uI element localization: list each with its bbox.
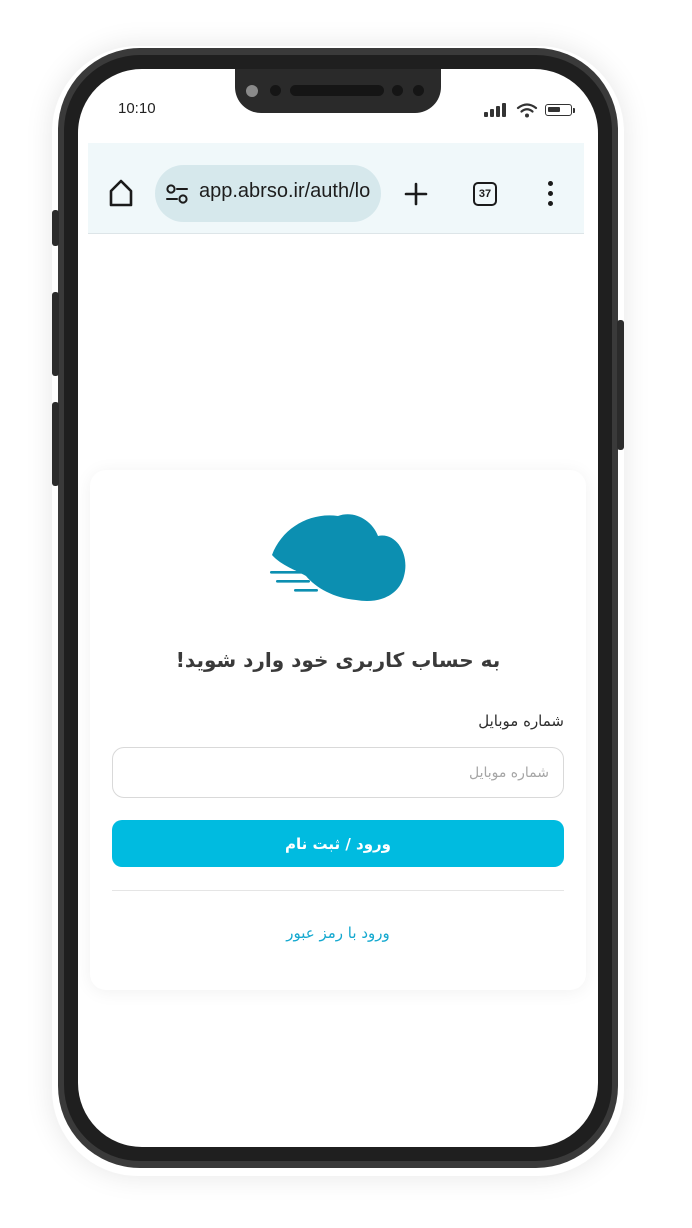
login-register-button[interactable]: ورود / ثبت نام (112, 820, 564, 867)
cellular-signal-icon (484, 103, 510, 117)
site-info-icon[interactable] (165, 183, 189, 205)
new-tab-icon[interactable] (404, 182, 428, 206)
mute-switch (52, 210, 59, 246)
battery-tip (573, 108, 575, 113)
home-icon[interactable] (107, 178, 135, 208)
url-text[interactable]: app.abrso.ir/auth/login (199, 180, 371, 203)
tab-switcher-icon[interactable]: 37 (473, 182, 497, 206)
status-time: 10:10 (118, 100, 156, 117)
cloud-logo-icon (270, 514, 406, 601)
sensor-icon (413, 85, 424, 96)
volume-up-button (52, 292, 59, 376)
mobile-field-label: شماره موبایل (478, 712, 564, 730)
page-title: به حساب کاربری خود وارد شوید! (175, 648, 501, 672)
divider (112, 890, 564, 891)
volume-down-button (52, 402, 59, 486)
battery-level (548, 107, 560, 112)
overflow-menu-icon[interactable] (545, 181, 555, 207)
sensor-icon (392, 85, 403, 96)
battery-icon (545, 104, 572, 116)
sensor-icon (270, 85, 281, 96)
password-login-link[interactable]: ورود با رمز عبور (112, 924, 564, 942)
power-button (617, 320, 624, 450)
front-camera-icon (246, 85, 258, 97)
earpiece-speaker (290, 85, 384, 96)
mobile-number-input[interactable] (112, 747, 564, 798)
wifi-icon (516, 103, 538, 118)
